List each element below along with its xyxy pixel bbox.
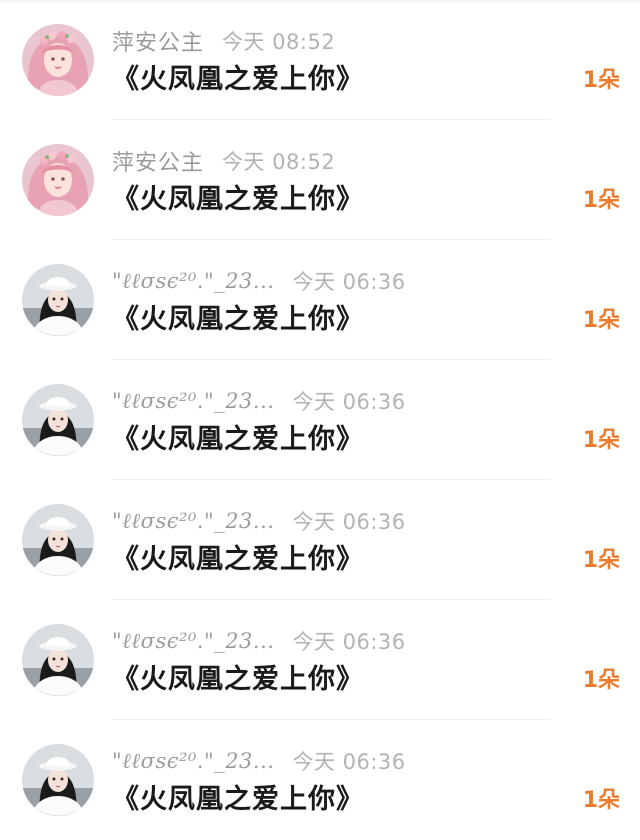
avatar[interactable] bbox=[22, 504, 94, 576]
list-item[interactable]: 萍安公主 今天 08:52 《火凤凰之爱上你》 1朵 bbox=[0, 120, 640, 240]
message-meta: 萍安公主 今天 08:52 bbox=[112, 146, 335, 176]
message-title: 《火凤凰之爱上你》 bbox=[112, 184, 364, 215]
gift-count: 1朵 bbox=[582, 308, 620, 333]
gift-count: 1朵 bbox=[582, 668, 620, 693]
white-hat-avatar-icon bbox=[22, 384, 94, 456]
list-item[interactable]: "ℓℓσѕє²⁰."_23... 今天 06:36 《火凤凰之爱上你》 1朵 bbox=[0, 600, 640, 720]
message-time: 今天 06:36 bbox=[292, 510, 406, 534]
sender-name[interactable]: "ℓℓσѕє²⁰."_23... bbox=[112, 509, 274, 534]
message-meta: "ℓℓσѕє²⁰."_23... 今天 06:36 bbox=[112, 626, 406, 656]
gift-count: 1朵 bbox=[582, 68, 620, 93]
avatar[interactable] bbox=[22, 264, 94, 336]
white-hat-avatar-icon bbox=[22, 744, 94, 816]
list-item[interactable]: "ℓℓσѕє²⁰."_23... 今天 06:36 《火凤凰之爱上你》 1朵 bbox=[0, 360, 640, 480]
message-title: 《火凤凰之爱上你》 bbox=[112, 544, 364, 575]
white-hat-avatar-icon bbox=[22, 504, 94, 576]
white-hat-avatar-icon bbox=[22, 264, 94, 336]
message-title: 《火凤凰之爱上你》 bbox=[112, 64, 364, 95]
message-title: 《火凤凰之爱上你》 bbox=[112, 424, 364, 455]
gift-count: 1朵 bbox=[582, 548, 620, 573]
list-item[interactable]: "ℓℓσѕє²⁰."_23... 今天 06:36 《火凤凰之爱上你》 1朵 bbox=[0, 720, 640, 840]
gift-message-list: 萍安公主 今天 08:52 《火凤凰之爱上你》 1朵 萍安公主 今天 08:52… bbox=[0, 0, 640, 840]
list-item[interactable]: "ℓℓσѕє²⁰."_23... 今天 06:36 《火凤凰之爱上你》 1朵 bbox=[0, 240, 640, 360]
sender-name[interactable]: "ℓℓσѕє²⁰."_23... bbox=[112, 269, 274, 294]
message-title: 《火凤凰之爱上你》 bbox=[112, 784, 364, 815]
gift-count: 1朵 bbox=[582, 188, 620, 213]
avatar[interactable] bbox=[22, 144, 94, 216]
message-title: 《火凤凰之爱上你》 bbox=[112, 304, 364, 335]
message-meta: 萍安公主 今天 08:52 bbox=[112, 26, 335, 56]
message-meta: "ℓℓσѕє²⁰."_23... 今天 06:36 bbox=[112, 266, 406, 296]
pink-hair-avatar-icon bbox=[22, 144, 94, 216]
message-time: 今天 08:52 bbox=[222, 30, 336, 54]
message-time: 今天 06:36 bbox=[292, 750, 406, 774]
gift-count: 1朵 bbox=[582, 788, 620, 813]
message-time: 今天 06:36 bbox=[292, 390, 406, 414]
avatar[interactable] bbox=[22, 744, 94, 816]
sender-name[interactable]: 萍安公主 bbox=[112, 25, 204, 57]
gift-count: 1朵 bbox=[582, 428, 620, 453]
avatar[interactable] bbox=[22, 624, 94, 696]
message-time: 今天 06:36 bbox=[292, 630, 406, 654]
message-meta: "ℓℓσѕє²⁰."_23... 今天 06:36 bbox=[112, 746, 406, 776]
white-hat-avatar-icon bbox=[22, 624, 94, 696]
sender-name[interactable]: "ℓℓσѕє²⁰."_23... bbox=[112, 629, 274, 654]
message-time: 今天 06:36 bbox=[292, 270, 406, 294]
avatar[interactable] bbox=[22, 24, 94, 96]
sender-name[interactable]: "ℓℓσѕє²⁰."_23... bbox=[112, 389, 274, 414]
message-meta: "ℓℓσѕє²⁰."_23... 今天 06:36 bbox=[112, 386, 406, 416]
sender-name[interactable]: 萍安公主 bbox=[112, 145, 204, 177]
message-time: 今天 08:52 bbox=[222, 150, 336, 174]
list-item[interactable]: 萍安公主 今天 08:52 《火凤凰之爱上你》 1朵 bbox=[0, 0, 640, 120]
pink-hair-avatar-icon bbox=[22, 24, 94, 96]
sender-name[interactable]: "ℓℓσѕє²⁰."_23... bbox=[112, 749, 274, 774]
message-meta: "ℓℓσѕє²⁰."_23... 今天 06:36 bbox=[112, 506, 406, 536]
avatar[interactable] bbox=[22, 384, 94, 456]
message-title: 《火凤凰之爱上你》 bbox=[112, 664, 364, 695]
list-item[interactable]: "ℓℓσѕє²⁰."_23... 今天 06:36 《火凤凰之爱上你》 1朵 bbox=[0, 480, 640, 600]
